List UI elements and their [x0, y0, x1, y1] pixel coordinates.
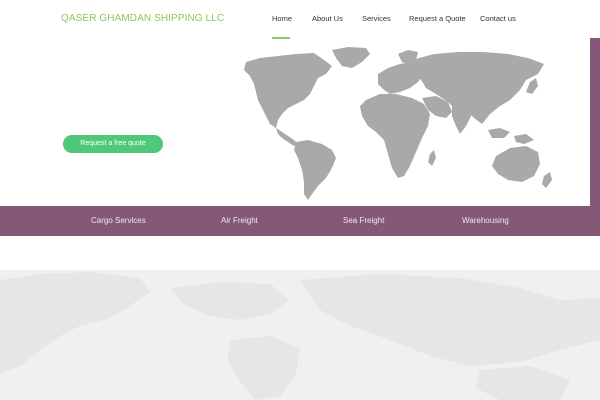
world-map-image: [244, 47, 552, 200]
service-link-cargo-services[interactable]: Cargo Services: [91, 216, 146, 225]
nav-services[interactable]: Services: [362, 14, 391, 23]
nav-active-indicator: [272, 37, 290, 39]
background-map-section: [0, 270, 600, 400]
services-band: Cargo Services Air Freight Sea Freight W…: [0, 206, 600, 236]
nav-about-us[interactable]: About Us: [312, 14, 343, 23]
request-free-quote-button[interactable]: Request a free quote: [63, 135, 163, 153]
side-accent-strip: [590, 38, 600, 206]
nav-contact-us[interactable]: Contact us: [480, 14, 516, 23]
nav-request-a-quote[interactable]: Request a Quote: [409, 14, 466, 23]
site-logo[interactable]: QASER GHAMDAN SHIPPING LLC: [61, 13, 224, 24]
service-link-air-freight[interactable]: Air Freight: [221, 216, 258, 225]
nav-home[interactable]: Home: [272, 14, 292, 23]
site-header: QASER GHAMDAN SHIPPING LLC Home About Us…: [0, 0, 600, 40]
background-world-map-image: [0, 272, 600, 400]
service-link-warehousing[interactable]: Warehousing: [462, 216, 509, 225]
service-link-sea-freight[interactable]: Sea Freight: [343, 216, 384, 225]
